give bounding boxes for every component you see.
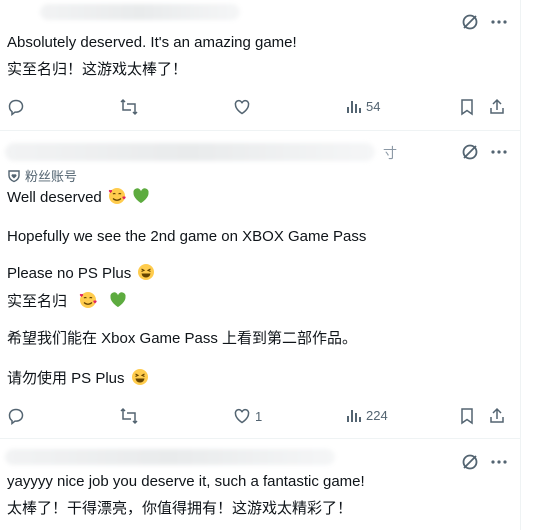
more-icon[interactable] [490, 13, 508, 31]
like-icon [234, 408, 250, 424]
post-text-line: Absolutely deserved. It's an amazing gam… [7, 34, 297, 51]
green-heart-emoji [132, 187, 150, 211]
post-text-line: 请勿使用 PS Plus [7, 368, 149, 392]
badge-label: 粉丝账号 [25, 169, 78, 184]
smiling-face-with-hearts-emoji [79, 291, 97, 315]
share-button[interactable] [488, 407, 506, 425]
like-button[interactable] [233, 98, 255, 116]
post-actions: 54 [7, 98, 507, 122]
smiling-face-with-hearts-emoji [108, 187, 126, 211]
post-text-line: 实至名归 [7, 291, 127, 315]
views-button[interactable]: 224 [346, 407, 388, 423]
share-icon [490, 407, 504, 423]
post-3[interactable]: yayyyy nice job you deserve it, such a f… [0, 439, 520, 530]
post-2[interactable]: 寸 粉丝账号 Well deserved Hopefully we see th… [0, 131, 520, 437]
views-count: 224 [366, 407, 388, 423]
more-icon[interactable] [490, 143, 508, 161]
repost-button[interactable] [119, 407, 143, 425]
post-text-line: 实至名归！这游戏太棒了！ [7, 61, 188, 78]
like-count: 1 [255, 408, 263, 424]
header-trailing-char: 寸 [383, 145, 397, 161]
post-text-line: yayyyy nice job you deserve it, such a f… [7, 473, 365, 490]
post-text-line: Well deserved [7, 187, 150, 211]
post-actions: 1 224 [7, 407, 507, 431]
repost-icon [120, 407, 138, 425]
like-icon [234, 99, 250, 115]
reply-icon [8, 408, 24, 425]
grok-icon[interactable] [460, 142, 480, 162]
timeline-column: Absolutely deserved. It's an amazing gam… [0, 0, 521, 530]
views-button[interactable]: 54 [346, 98, 380, 114]
bookmark-icon [461, 99, 473, 116]
views-icon [347, 101, 361, 113]
author-header-blurred [5, 143, 375, 161]
views-count: 54 [366, 98, 381, 114]
grinning-squinting-face-emoji [137, 263, 155, 287]
like-button[interactable]: 1 [233, 407, 262, 425]
reply-icon [8, 99, 24, 116]
post-text-line: 希望我们能在 Xbox Game Pass 上看到第二部作品。 [7, 330, 358, 347]
post-text-line: 太棒了！干得漂亮，你值得拥有！这游戏太精彩了！ [7, 500, 353, 517]
author-header-blurred [5, 449, 335, 465]
reply-button[interactable] [7, 98, 29, 116]
views-icon [347, 410, 361, 422]
text: 请勿使用 PS Plus [7, 370, 125, 387]
grinning-squinting-face-emoji [131, 368, 149, 392]
post-text-line: Hopefully we see the 2nd game on XBOX Ga… [7, 228, 367, 245]
repost-icon [120, 98, 138, 116]
right-panel-edge [521, 0, 550, 530]
green-heart-emoji [109, 291, 127, 315]
repost-button[interactable] [119, 98, 143, 116]
grok-icon[interactable] [460, 452, 480, 472]
text: Please no PS Plus [7, 265, 132, 282]
reply-button[interactable] [7, 407, 29, 425]
share-button[interactable] [488, 98, 506, 116]
bookmark-button[interactable] [459, 407, 475, 425]
bookmark-icon [461, 408, 473, 425]
post-1[interactable]: Absolutely deserved. It's an amazing gam… [0, 0, 520, 129]
share-icon [490, 98, 504, 114]
author-header-blurred [40, 4, 240, 20]
grok-icon[interactable] [460, 12, 480, 32]
more-icon[interactable] [490, 453, 508, 471]
fan-account-badge: 粉丝账号 [7, 166, 77, 185]
text: 实至名归 [7, 293, 68, 310]
post-text-line: Please no PS Plus [7, 263, 155, 287]
text: Well deserved [7, 189, 102, 206]
shield-heart-icon [8, 169, 20, 182]
bookmark-button[interactable] [459, 98, 475, 116]
